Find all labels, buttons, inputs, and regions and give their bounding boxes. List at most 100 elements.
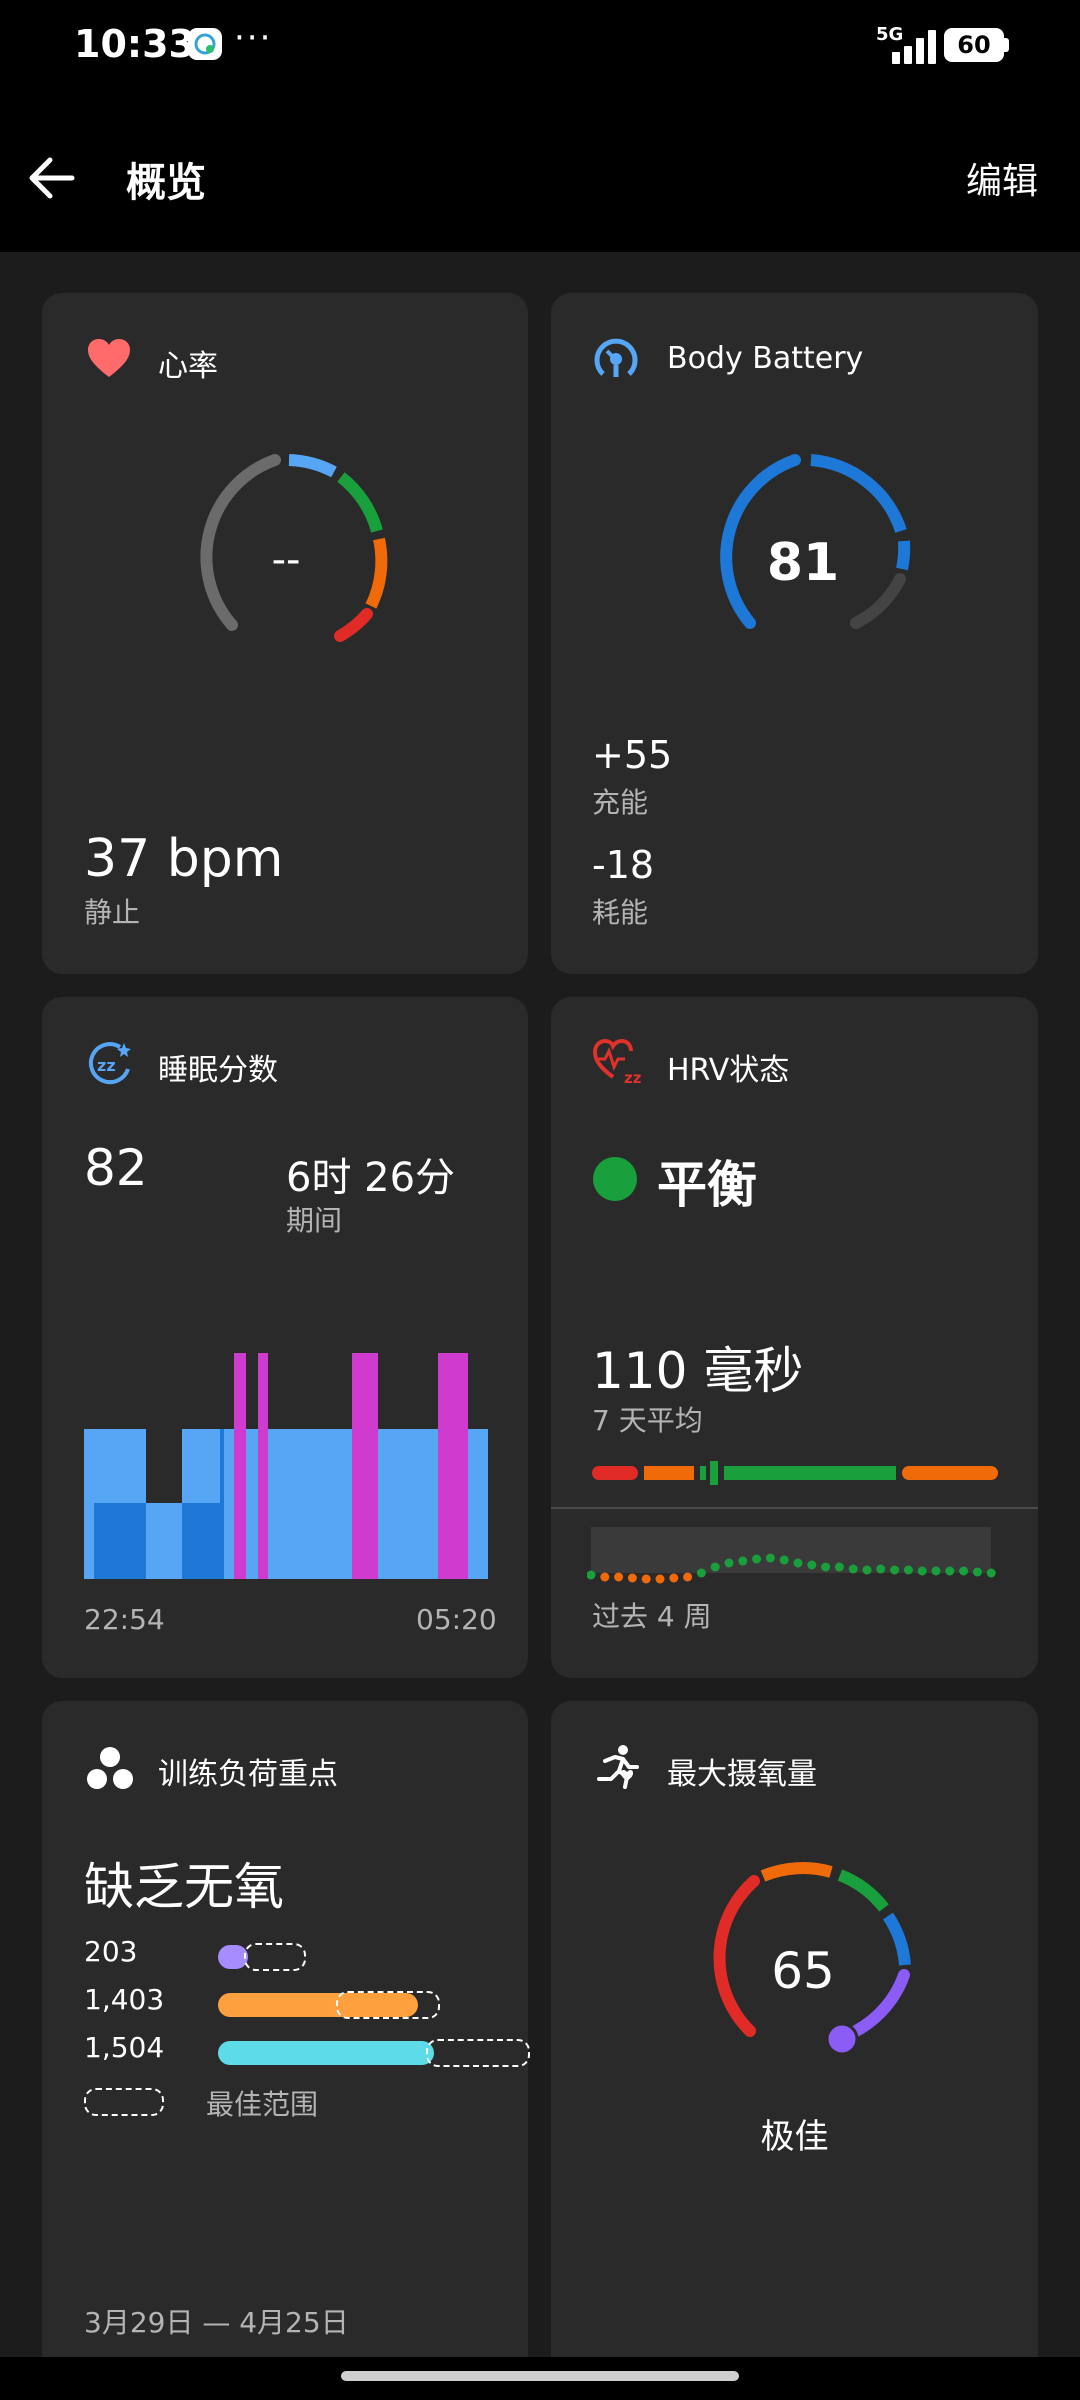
running-icon bbox=[593, 1743, 641, 1791]
edit-button[interactable]: 编辑 bbox=[966, 152, 1038, 204]
hrv-trend-chart bbox=[587, 1527, 996, 1584]
heart-rate-card[interactable]: 心率 -- 37 bpm 静止 bbox=[42, 293, 528, 974]
gesture-handle[interactable] bbox=[341, 2371, 739, 2381]
hrv-trend-point bbox=[972, 1567, 982, 1577]
hrv-divider bbox=[551, 1507, 1038, 1509]
heart-rate-gauge: -- bbox=[200, 454, 388, 642]
vo2max-card[interactable]: 最大摄氧量 65 极佳 bbox=[551, 1701, 1038, 2381]
optimal-range-marker bbox=[426, 2039, 530, 2067]
training-load-row: 1,504 bbox=[84, 2029, 530, 2069]
status-overflow: ··· bbox=[234, 18, 273, 58]
hrv-trend-point bbox=[614, 1572, 624, 1582]
vo2max-indicator bbox=[825, 2022, 859, 2056]
drained-label: 耗能 bbox=[592, 896, 649, 929]
hrv-trend-point bbox=[807, 1560, 817, 1570]
training-load-title: 训练负荷重点 bbox=[158, 1757, 338, 1792]
hrv-trend-point bbox=[724, 1558, 734, 1568]
sleep-stage-segment bbox=[220, 1429, 224, 1579]
sleep-stage-segment bbox=[438, 1353, 468, 1579]
status-time: 10:33 bbox=[74, 22, 195, 66]
optimal-range-legend-swatch bbox=[84, 2088, 164, 2116]
hrv-trend-point bbox=[834, 1562, 844, 1572]
sleep-duration: 6时 26分 bbox=[286, 1155, 456, 1201]
battery-nub bbox=[1004, 38, 1009, 52]
svg-text:zz: zz bbox=[97, 1056, 116, 1075]
load-value: 1,504 bbox=[84, 2031, 165, 2064]
hrv-trend-point bbox=[641, 1574, 651, 1584]
signal-icon bbox=[878, 30, 936, 64]
sleep-start-time: 22:54 bbox=[84, 1603, 165, 1636]
body-battery-icon bbox=[593, 337, 639, 383]
sleep-stages-chart bbox=[84, 1353, 488, 1579]
vo2max-value: 65 bbox=[771, 1942, 835, 2000]
hrv-baseline-band bbox=[591, 1527, 991, 1573]
hrv-trend-point bbox=[959, 1566, 969, 1576]
hrv-trend-point bbox=[793, 1558, 803, 1568]
hrv-trend-point bbox=[903, 1565, 913, 1575]
hrv-trend-point bbox=[669, 1573, 679, 1583]
hrv-value: 110 毫秒 bbox=[592, 1342, 804, 1400]
vo2max-gauge: 65 bbox=[713, 1862, 911, 2056]
hrv-trend-point bbox=[600, 1572, 610, 1582]
drained-value: -18 bbox=[592, 843, 655, 887]
hrv-trend-point bbox=[945, 1566, 955, 1576]
heart-icon bbox=[86, 337, 132, 379]
vo2max-title: 最大摄氧量 bbox=[667, 1757, 817, 1792]
sleep-gap bbox=[146, 1353, 182, 1429]
training-load-icon bbox=[86, 1745, 134, 1791]
hrv-trend-point bbox=[627, 1573, 637, 1583]
hrv-period-label: 过去 4 周 bbox=[592, 1600, 712, 1633]
hrv-trend-point bbox=[821, 1562, 831, 1572]
battery-icon: 60 bbox=[944, 28, 1004, 62]
load-value: 1,403 bbox=[84, 1983, 165, 2016]
hrv-average-label: 7 天平均 bbox=[592, 1404, 703, 1437]
hrv-trend-point bbox=[917, 1566, 927, 1576]
hrv-trend-point bbox=[986, 1568, 996, 1578]
hrv-trend-point bbox=[738, 1556, 748, 1566]
load-value: 203 bbox=[84, 1935, 138, 1968]
training-load-card[interactable]: 训练负荷重点 缺乏无氧 203 1,403 1,504 最佳范围 3月29日 —… bbox=[42, 1701, 530, 2381]
hrv-icon: zz bbox=[592, 1038, 643, 1087]
hrv-status-dot bbox=[593, 1157, 637, 1201]
vo2max-rating: 极佳 bbox=[760, 2117, 829, 2157]
charged-value: +55 bbox=[592, 733, 673, 777]
body-battery-card[interactable]: Body Battery 81 +55 充能 -18 耗能 bbox=[551, 293, 1038, 974]
sleep-card[interactable]: zz 睡眠分数 82 6时 26分 期间 22:54 05:20 bbox=[42, 997, 528, 1678]
load-bar bbox=[218, 2041, 434, 2065]
heart-rate-title: 心率 bbox=[158, 349, 218, 384]
training-load-row: 1,403 bbox=[84, 1981, 504, 2021]
hrv-trend-point bbox=[696, 1568, 706, 1578]
sleep-title: 睡眠分数 bbox=[158, 1053, 278, 1088]
hrv-card[interactable]: zz HRV状态 平衡 110 毫秒 7 天平均 过去 4 周 bbox=[551, 997, 1038, 1678]
sleep-gap bbox=[84, 1353, 94, 1429]
hrv-trend-point bbox=[752, 1554, 762, 1564]
hrv-trend-point bbox=[710, 1562, 720, 1572]
training-load-status: 缺乏无氧 bbox=[84, 1858, 284, 1916]
charged-label: 充能 bbox=[592, 786, 649, 819]
svg-text:zz: zz bbox=[624, 1069, 642, 1085]
hrv-trend-point bbox=[779, 1555, 789, 1565]
sleep-stage-segment bbox=[258, 1353, 268, 1579]
hrv-trend-point bbox=[683, 1572, 693, 1582]
hrv-trend-point bbox=[848, 1564, 858, 1574]
body-battery-title: Body Battery bbox=[667, 341, 864, 376]
heart-rate-current: -- bbox=[272, 537, 301, 583]
sleep-gap bbox=[146, 1429, 182, 1503]
hrv-trend-point bbox=[931, 1566, 941, 1576]
optimal-range-label: 最佳范围 bbox=[206, 2088, 319, 2121]
sleep-gap bbox=[94, 1353, 144, 1429]
sleep-score: 82 bbox=[84, 1139, 148, 1197]
hrv-trend-point bbox=[890, 1565, 900, 1575]
heart-rate-label: 静止 bbox=[84, 896, 141, 929]
training-load-date-range: 3月29日 — 4月25日 bbox=[84, 2306, 349, 2339]
optimal-range-marker bbox=[244, 1943, 306, 1971]
sleep-end-time: 05:20 bbox=[416, 1603, 497, 1636]
hrv-trend-point bbox=[862, 1565, 872, 1575]
heart-rate-value: 37 bpm bbox=[84, 829, 284, 889]
sleep-icon: zz bbox=[86, 1039, 134, 1087]
sleep-stage-segment bbox=[234, 1353, 246, 1579]
training-load-row: 203 bbox=[84, 1933, 504, 1973]
back-arrow-icon[interactable] bbox=[24, 150, 80, 206]
hrv-trend-point bbox=[765, 1553, 775, 1563]
hrv-title: HRV状态 bbox=[667, 1053, 790, 1088]
